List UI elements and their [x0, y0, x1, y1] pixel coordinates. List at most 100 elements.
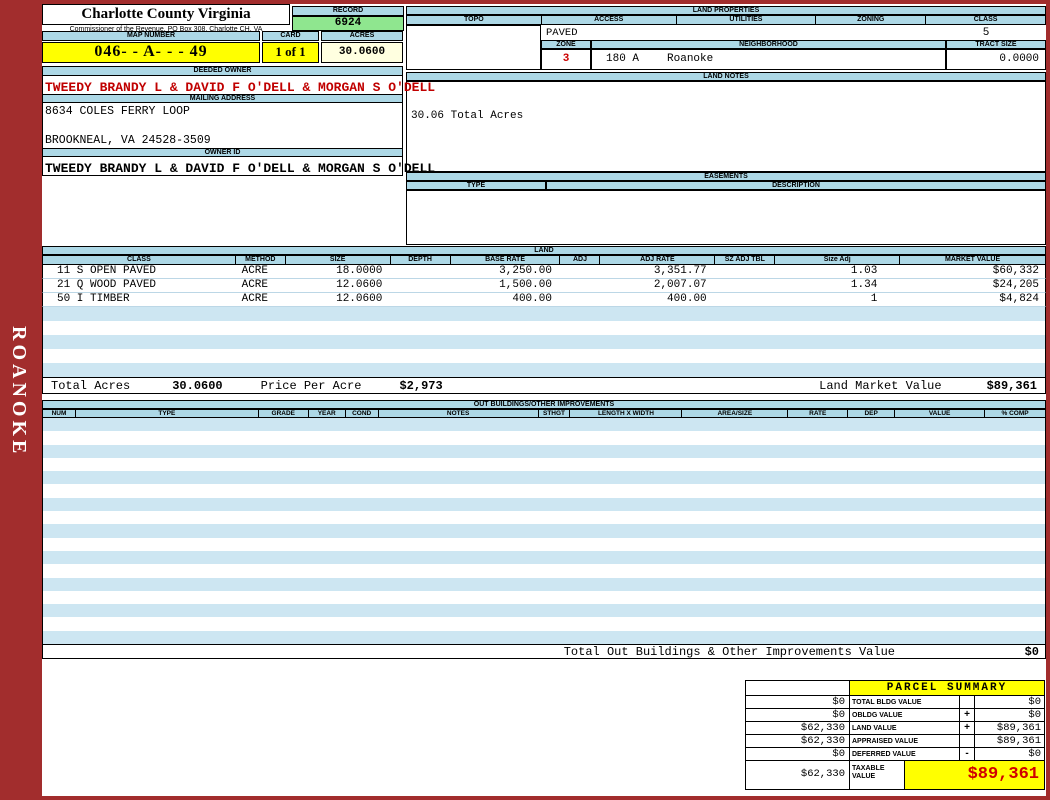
empty-row	[43, 498, 1045, 511]
land-cell-method: ACRE	[236, 293, 286, 306]
acres-header: ACRES	[321, 31, 403, 41]
owner-section: DEEDED OWNER TWEEDY BRANDY L & DAVID F O…	[42, 66, 403, 176]
land-cell-class: 11 S OPEN PAVED	[43, 265, 236, 278]
empty-row	[43, 511, 1045, 524]
empty-row	[43, 307, 1045, 321]
land-market-value-label: Land Market Value	[819, 379, 941, 393]
access-column-header: ACCESS	[542, 15, 677, 25]
easement-type-header: TYPE	[406, 181, 546, 190]
ob-col-header-year: YEAR	[309, 409, 346, 418]
appraised-value-label: APPRAISED VALUE	[849, 734, 960, 748]
total-bldg-value-op	[959, 695, 975, 709]
acres-value: 30.0600	[321, 42, 403, 63]
ob-col-header-num: NUM	[43, 409, 76, 418]
land-col-header-depth: DEPTH	[391, 255, 451, 265]
empty-row	[43, 363, 1045, 377]
tract-size-header: TRACT SIZE	[946, 40, 1046, 49]
land-cell-sz-adj-tbl	[715, 293, 775, 306]
land-cell-size: 12.0600	[286, 293, 391, 306]
empty-row	[43, 617, 1045, 630]
zone-header: ZONE	[541, 40, 591, 49]
land-col-header-adj-rate: ADJ RATE	[600, 255, 715, 265]
topo-column-header: TOPO	[407, 15, 542, 25]
land-col-header-size-adj: Size Adj	[775, 255, 900, 265]
out-buildings-header: OUT BUILDINGS/OTHER IMPROVEMENTS	[42, 400, 1046, 409]
tract-size-value: 0.0000	[946, 49, 1046, 70]
ob-col-header-pct-comp: % COMP	[985, 409, 1046, 418]
land-totals-row: Total Acres 30.0600 Price Per Acre $2,97…	[42, 377, 1046, 394]
empty-row	[43, 578, 1045, 591]
mailing-address-line1: 8634 COLES FERRY LOOP	[43, 105, 402, 117]
empty-row	[43, 524, 1045, 537]
empty-row	[43, 445, 1045, 458]
land-col-header-method: METHOD	[236, 255, 286, 265]
ob-col-header-cond: COND	[346, 409, 379, 418]
land-table: LAND CLASS METHOD SIZE DEPTH BASE RATE A…	[42, 246, 1046, 394]
prev-land-value: $62,330	[745, 721, 850, 735]
prev-appraised-value: $62,330	[745, 734, 850, 748]
land-cell-class: 21 Q WOOD PAVED	[43, 279, 236, 292]
parcel-summary-blank-cell	[745, 680, 850, 696]
land-notes-box: 30.06 Total Acres	[406, 81, 1046, 172]
empty-row	[43, 431, 1045, 444]
deferred-value: $0	[974, 747, 1045, 761]
card-value: 1 of 1	[262, 42, 319, 63]
land-cell-depth	[390, 265, 450, 278]
price-per-acre-label: Price Per Acre	[261, 379, 362, 393]
neighborhood-name: Roanoke	[667, 53, 713, 65]
land-cell-base-rate: 3,250.00	[450, 265, 560, 278]
page-frame: ROANOKE Charlotte County Virginia Commis…	[0, 0, 1050, 800]
class-column-header: CLASS	[926, 15, 1046, 25]
land-cell-market-value: $4,824	[899, 293, 1045, 306]
obldg-value-op: +	[959, 708, 975, 722]
land-cell-size-adj: 1.03	[775, 265, 900, 278]
owner-id-value: TWEEDY BRANDY L & DAVID F O'DELL & MORGA…	[43, 157, 402, 176]
total-bldg-value: $0	[974, 695, 1045, 709]
easements-header: EASEMENTS	[406, 172, 1046, 181]
land-cell-method: ACRE	[236, 265, 286, 278]
deferred-value-op: -	[959, 747, 975, 761]
county-title-box: Charlotte County Virginia	[42, 4, 290, 25]
deeded-owner-header: DEEDED OWNER	[43, 67, 402, 76]
parcel-summary-row: $0 DEFERRED VALUE - $0	[745, 747, 1045, 761]
land-column-headers: CLASS METHOD SIZE DEPTH BASE RATE ADJ AD…	[42, 255, 1046, 265]
land-cell-depth	[390, 279, 450, 292]
land-empty-rows	[42, 307, 1046, 377]
empty-row	[43, 321, 1045, 335]
appraised-value: $89,361	[974, 734, 1045, 748]
map-number-header: MAP NUMBER	[42, 31, 260, 41]
empty-row	[43, 591, 1045, 604]
land-col-header-base-rate: BASE RATE	[451, 255, 561, 265]
land-properties-column-headers: TOPO ACCESS UTILITIES ZONING CLASS	[406, 15, 1046, 25]
ob-col-header-area-size: AREA/SIZE	[682, 409, 788, 418]
land-properties-blank-cell	[406, 25, 541, 70]
ob-col-header-rate: RATE	[788, 409, 848, 418]
empty-row	[43, 471, 1045, 484]
empty-row	[43, 551, 1045, 564]
mailing-address-line2: BROOKNEAL, VA 24528-3509	[43, 134, 402, 146]
obldg-value: $0	[974, 708, 1045, 722]
land-cell-depth	[390, 293, 450, 306]
parcel-summary-row: $62,330 APPRAISED VALUE $89,361	[745, 734, 1045, 748]
land-cell-size: 12.0600	[286, 279, 391, 292]
ob-total-label: Total Out Buildings & Other Improvements…	[564, 645, 895, 659]
zoning-column-header: ZONING	[816, 15, 926, 25]
price-per-acre-value: $2,973	[399, 379, 442, 393]
property-record-card: Charlotte County Virginia Commissioner o…	[42, 4, 1046, 796]
parcel-summary-title-row: PARCEL SUMMARY	[745, 680, 1045, 696]
land-cell-base-rate: 400.00	[450, 293, 560, 306]
easements-content	[406, 190, 1046, 245]
roanoke-district-label: ROANOKE	[7, 326, 30, 457]
land-cell-size: 18.0000	[286, 265, 391, 278]
land-properties-panel: LAND PROPERTIES TOPO ACCESS UTILITIES ZO…	[406, 6, 1046, 245]
land-col-header-adj: ADJ	[560, 255, 600, 265]
land-row: 50 I TIMBER ACRE 12.0600 400.00 400.00 1…	[42, 293, 1046, 307]
map-number-value: 046- - A- - - 49	[42, 42, 260, 63]
land-cell-market-value: $60,332	[899, 265, 1045, 278]
taxable-value-label: TAXABLE VALUE	[849, 760, 905, 790]
land-cell-adj-rate: 3,351.77	[600, 265, 715, 278]
empty-row	[43, 631, 1045, 644]
land-col-header-size: SIZE	[286, 255, 391, 265]
parcel-summary-row: $62,330 LAND VALUE + $89,361	[745, 721, 1045, 735]
parcel-summary-title: PARCEL SUMMARY	[849, 680, 1045, 696]
